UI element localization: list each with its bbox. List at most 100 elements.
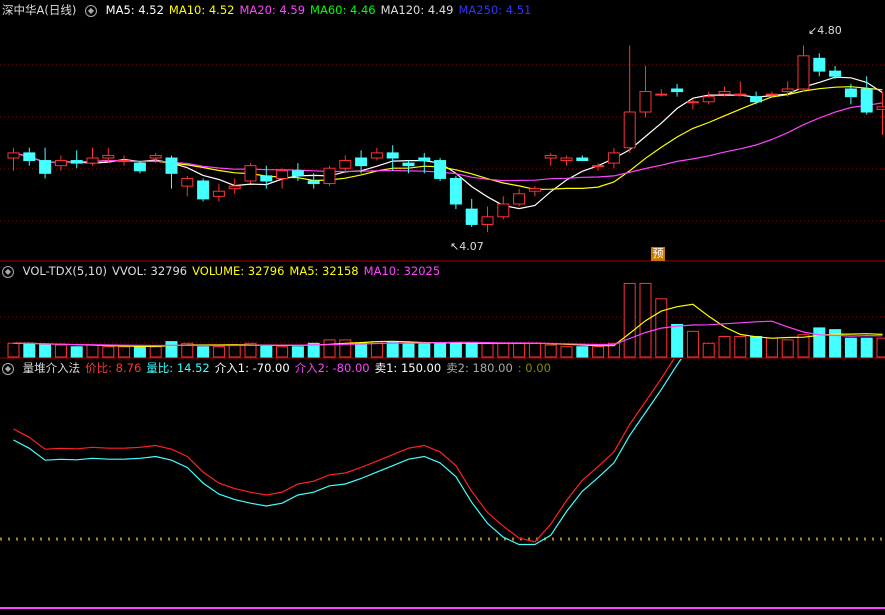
volume-bar: [276, 346, 289, 358]
candle: [497, 196, 510, 220]
candle-body: [228, 185, 241, 190]
volume-bar: [102, 346, 115, 358]
volume-bar: [434, 342, 447, 358]
candle-body: [276, 170, 289, 179]
volume-bar: [765, 337, 778, 358]
candle: [86, 147, 99, 166]
volume-indicator-1: VVOL: 32796: [112, 264, 188, 278]
candle: [70, 150, 83, 169]
volume-bar: [23, 342, 36, 358]
volume-bar: [418, 342, 431, 358]
candle-body: [133, 162, 146, 172]
candle: [339, 155, 352, 174]
price-indicator-4: MA120: 4.49: [380, 3, 454, 17]
candle-body: [686, 101, 699, 104]
volume-bar: [718, 335, 731, 358]
volume-bar: [228, 344, 241, 358]
candle-body: [212, 190, 225, 197]
candle-body: [734, 93, 747, 96]
candle-body: [244, 165, 257, 182]
candle: [607, 147, 620, 169]
candle: [165, 155, 178, 189]
candle: [118, 155, 131, 166]
candle: [465, 198, 478, 227]
volume-bar: [54, 344, 67, 358]
indicator-header: ◆ 量堆介入法 价比: 8.76 量比: 14.52 介入1: -70.00 介入2: …: [2, 360, 561, 376]
indicator-indicator-4: 介入2: -80.00: [294, 361, 370, 375]
candle-body: [528, 188, 541, 192]
candle-body: [876, 106, 885, 110]
candle: [876, 91, 885, 135]
candle: [560, 155, 573, 166]
collapse-icon[interactable]: ◆: [85, 4, 97, 17]
candle: [544, 152, 557, 166]
indicator-chart[interactable]: [0, 359, 885, 615]
price-indicator-1: MA10: 4.52: [168, 3, 235, 17]
indicator-indicator-7: : 0.00: [517, 361, 551, 375]
candle-body: [465, 208, 478, 225]
candle: [418, 152, 431, 174]
indicator-indicator-6: 卖2: 180.00: [446, 361, 513, 375]
volume-pane[interactable]: ◆ VOL-TDX(5,10) VVOL: 32796 VOLUME: 32796 M…: [0, 262, 885, 359]
collapse-icon[interactable]: ◆: [2, 265, 14, 278]
volume-indicator-0: VOL-TDX(5,10): [22, 264, 108, 278]
indicator-indicator-2: 量比: 14.52: [146, 361, 210, 375]
candle: [370, 147, 383, 161]
volume-bar: [133, 346, 146, 358]
candle-body: [655, 93, 668, 96]
volume-bar: [860, 337, 873, 358]
volume-bar: [528, 342, 541, 358]
candle-body: [291, 170, 304, 177]
candle-body: [797, 55, 810, 90]
candle: [7, 147, 20, 171]
volume-bar: [465, 342, 478, 358]
volume-bar: [355, 342, 368, 358]
volume-bar: [544, 344, 557, 358]
price-chart[interactable]: [0, 0, 885, 262]
indicator-indicator-0: 量堆介入法: [22, 361, 81, 375]
candle: [39, 147, 52, 179]
candle: [54, 155, 67, 171]
candle-body: [702, 96, 715, 103]
candle-body: [181, 177, 194, 187]
candle-body: [623, 111, 636, 149]
candle: [244, 163, 257, 184]
candle-body: [418, 157, 431, 162]
candle-body: [70, 160, 83, 164]
candle-body: [829, 70, 842, 77]
candle-body: [370, 152, 383, 159]
volume-bar: [876, 337, 885, 358]
candle: [797, 45, 810, 92]
candle: [639, 66, 652, 118]
candle-body: [560, 157, 573, 162]
candle-body: [544, 154, 557, 159]
predict-marker[interactable]: 预: [651, 247, 665, 261]
candle-body: [607, 152, 620, 164]
volume-bar: [702, 342, 715, 358]
volume-bar: [165, 341, 178, 358]
volume-ratio-line: [13, 359, 682, 546]
volume-bar: [750, 335, 763, 358]
price-indicator-0: MA5: 4.52: [105, 3, 164, 17]
candle: [276, 168, 289, 189]
candle-body: [860, 88, 873, 113]
candle-body: [355, 157, 368, 167]
price-pane[interactable]: 深中华A(日线) ◆ MA5: 4.52 MA10: 4.52 MA20: 4.59…: [0, 0, 885, 262]
volume-bar: [592, 346, 605, 358]
volume-bar: [386, 341, 399, 358]
price-header: 深中华A(日线) ◆ MA5: 4.52 MA10: 4.52 MA20: 4.59…: [2, 2, 541, 18]
candle: [671, 83, 684, 97]
candle-body: [386, 152, 399, 159]
candle-body: [23, 152, 36, 162]
indicator-pane[interactable]: ◆ 量堆介入法 价比: 8.76 量比: 14.52 介入1: -70.00 介入2: …: [0, 359, 885, 615]
volume-bar: [813, 327, 826, 358]
candle: [481, 206, 494, 233]
candle-body: [750, 96, 763, 103]
volume-bar: [212, 346, 225, 358]
volume-bar: [623, 282, 636, 358]
volume-bar: [797, 334, 810, 358]
volume-bar: [402, 342, 415, 358]
collapse-icon[interactable]: ◆: [2, 362, 14, 375]
candle-body: [102, 154, 115, 159]
volume-bar: [560, 346, 573, 358]
